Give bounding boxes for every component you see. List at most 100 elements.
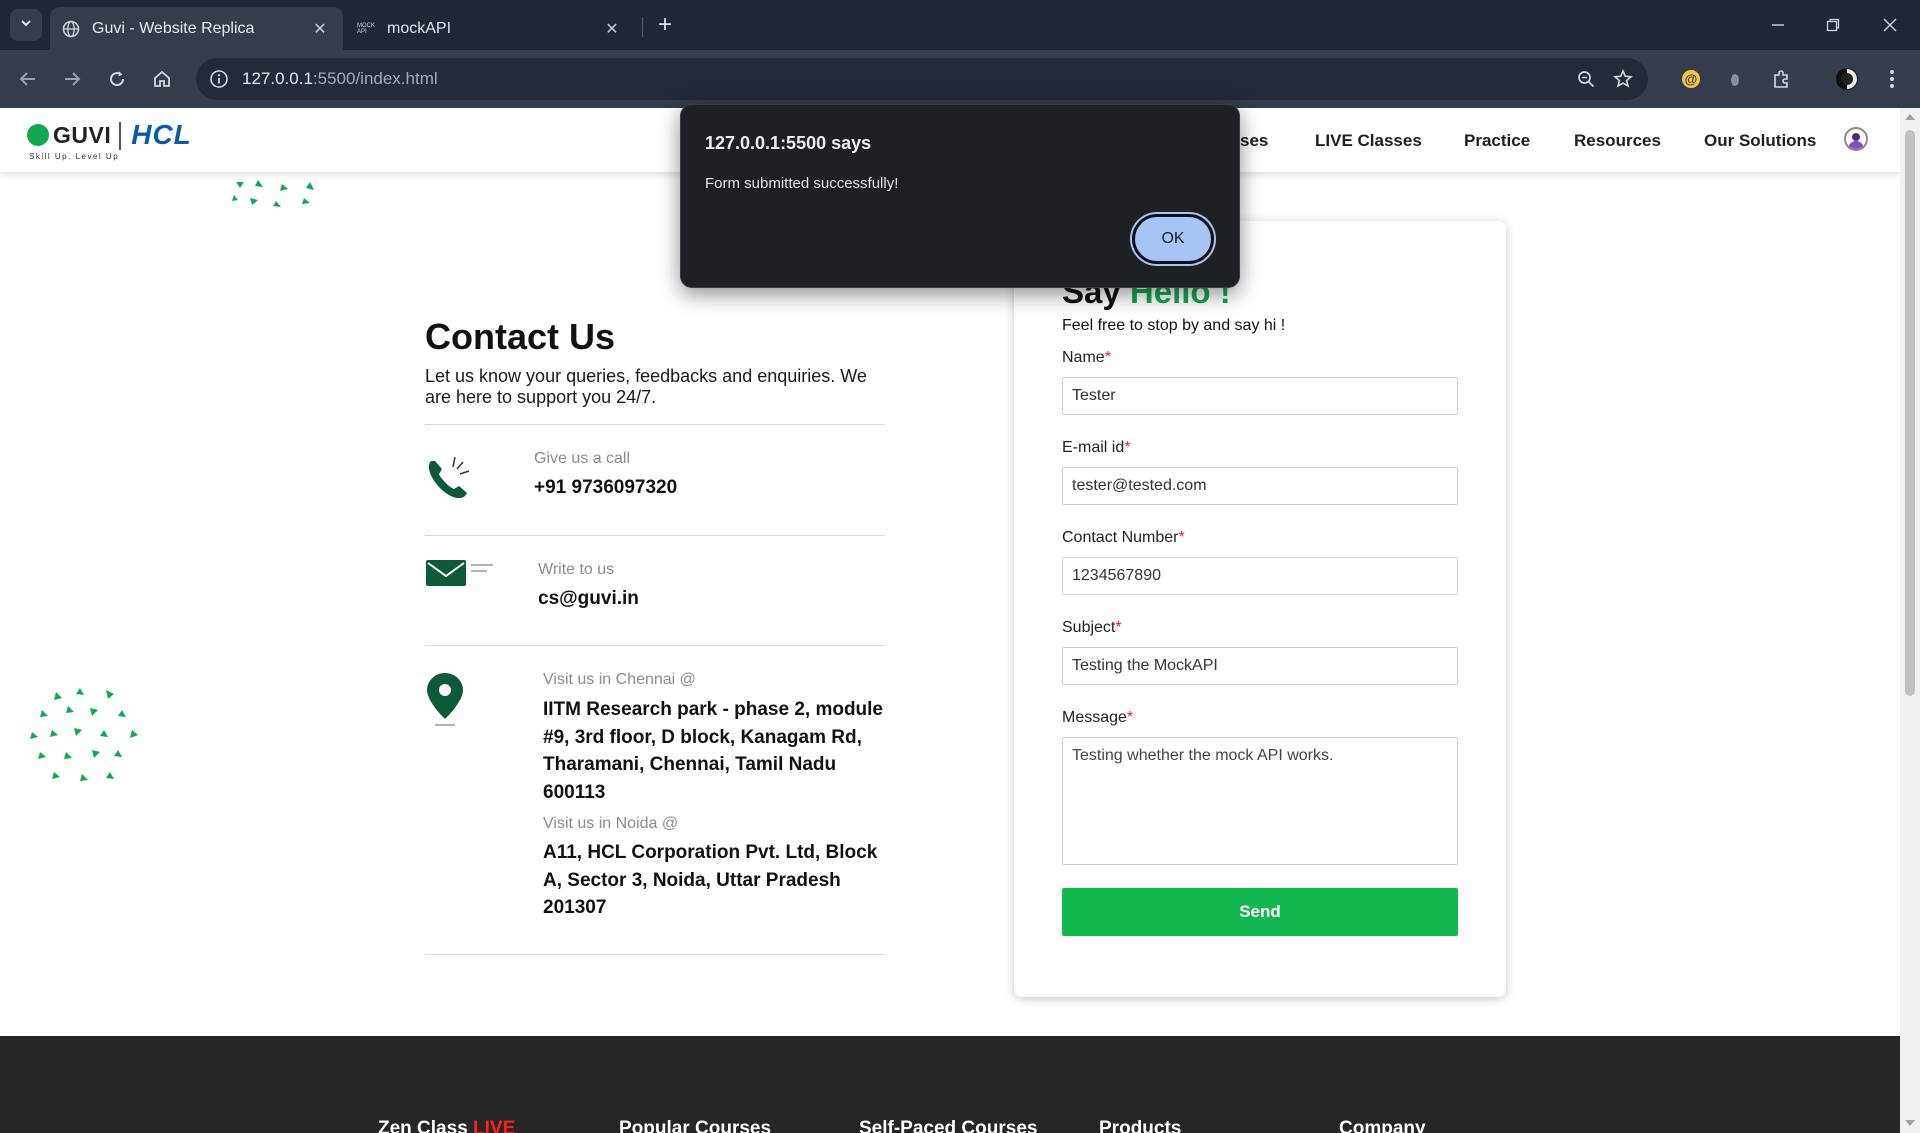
send-button[interactable]: Send: [1062, 888, 1458, 936]
message-textarea[interactable]: Testing whether the mock API works.: [1062, 737, 1458, 865]
site-info-icon[interactable]: [204, 64, 234, 94]
close-window-button[interactable]: [1877, 12, 1903, 38]
email-address[interactable]: cs@guvi.in: [538, 588, 639, 610]
alert-ok-button[interactable]: OK: [1132, 214, 1214, 264]
tab-mockapi[interactable]: MOCK API mockAPI ✕: [345, 7, 635, 50]
contact-number-label: Contact Number*: [1062, 529, 1185, 547]
chevron-down-icon: [19, 16, 33, 35]
footer-col-popular-courses[interactable]: Popular Courses: [619, 1118, 771, 1133]
phone-number[interactable]: +91 9736097320: [534, 477, 677, 499]
mail-icon: [425, 558, 495, 593]
required-asterisk: *: [1124, 439, 1131, 456]
nav-our-solutions[interactable]: Our Solutions: [1704, 131, 1816, 151]
guvi-logo-mark-icon: [27, 124, 49, 146]
name-label: Name*: [1062, 349, 1111, 367]
divider: [425, 954, 885, 955]
tab-separator: [642, 17, 643, 37]
call-label: Give us a call: [534, 450, 631, 467]
new-tab-button[interactable]: +: [652, 11, 678, 38]
noida-label: Visit us in Noida @: [543, 815, 679, 832]
required-asterisk: *: [1104, 349, 1111, 366]
user-avatar-icon[interactable]: [1844, 127, 1868, 151]
tab-search-button[interactable]: [10, 9, 42, 41]
bookmark-star-icon[interactable]: [1608, 64, 1638, 94]
minimize-icon: [1772, 24, 1784, 26]
browser-tab-strip: Guvi - Website Replica ✕ MOCK API mockAP…: [0, 0, 1920, 50]
phone-icon: [425, 453, 475, 508]
logo-brand: GUVI: [53, 122, 112, 148]
email-label: E-mail id*: [1062, 439, 1130, 457]
contact-number-input[interactable]: 1234567890: [1062, 557, 1458, 595]
logo-partner: HCL: [131, 119, 192, 150]
profile-avatar-icon[interactable]: [1831, 63, 1863, 95]
address-host: 127.0.0.1: [242, 69, 313, 88]
guvi-hcl-logo[interactable]: GUVI HCL Skill Up. Level Up: [27, 119, 192, 162]
home-icon: [154, 70, 170, 87]
page-scrollbar[interactable]: [1900, 108, 1920, 1133]
contact-title: Contact Us: [425, 316, 616, 357]
zoom-icon[interactable]: [1571, 64, 1601, 94]
subject-input[interactable]: Testing the MockAPI: [1062, 647, 1458, 685]
browser-menu-button[interactable]: [1876, 63, 1908, 95]
home-button[interactable]: [146, 63, 178, 95]
message-label: Message*: [1062, 709, 1133, 727]
chennai-label: Visit us in Chennai @: [543, 671, 696, 688]
forward-button[interactable]: [56, 63, 88, 95]
message-label-text: Message: [1062, 709, 1127, 726]
globe-icon: [62, 20, 80, 38]
decorative-triangles-left: [30, 688, 138, 781]
reload-icon: [110, 71, 125, 87]
address-url: 127.0.0.1:5500/index.html: [242, 69, 438, 89]
form-subheading: Feel free to stop by and say hi !: [1062, 317, 1286, 334]
arrow-right-icon: [65, 72, 81, 86]
minimize-button[interactable]: [1765, 12, 1791, 38]
nav-resources[interactable]: Resources: [1574, 131, 1661, 151]
arrow-left-icon: [19, 72, 35, 86]
required-asterisk: *: [1126, 709, 1134, 726]
address-path: :5500/index.html: [312, 69, 438, 88]
email-input[interactable]: tester@tested.com: [1062, 467, 1458, 505]
nav-live-classes[interactable]: LIVE Classes: [1315, 131, 1422, 151]
tab-title: mockAPI: [387, 19, 452, 37]
contact-description: Let us know your queries, feedbacks and …: [425, 366, 867, 407]
back-button[interactable]: [12, 63, 44, 95]
close-tab-icon[interactable]: ✕: [309, 18, 331, 40]
footer-col-products[interactable]: Products: [1099, 1118, 1181, 1133]
reload-button[interactable]: [101, 63, 133, 95]
footer-col-zen-class[interactable]: Zen Class LIVE: [378, 1118, 515, 1133]
subject-label: Subject*: [1062, 619, 1122, 637]
scroll-down-arrow-icon[interactable]: [1905, 1120, 1915, 1126]
close-icon: [1883, 18, 1897, 32]
footer-col-company[interactable]: Company: [1339, 1118, 1426, 1133]
logo-divider: [119, 122, 122, 150]
nav-practice[interactable]: Practice: [1464, 131, 1530, 151]
extension-drop-icon[interactable]: [1719, 63, 1751, 95]
close-tab-icon[interactable]: ✕: [601, 18, 623, 40]
tab-guvi-website-replica[interactable]: Guvi - Website Replica ✕: [50, 7, 343, 50]
location-pin-icon: [425, 671, 465, 732]
noida-address: A11, HCL Corporation Pvt. Ltd, Block A, …: [543, 842, 878, 918]
divider: [425, 645, 885, 646]
scrollbar-thumb[interactable]: [1905, 130, 1915, 696]
email-label-text: E-mail id: [1062, 439, 1125, 456]
subject-label-text: Subject: [1062, 619, 1116, 636]
contact-form-card: Say Hello ! Feel free to stop by and say…: [1014, 221, 1506, 997]
name-input[interactable]: Tester: [1062, 377, 1458, 415]
nav-courses[interactable]: ses: [1240, 131, 1268, 151]
favicon-text: MOCK API: [357, 22, 375, 35]
browser-toolbar: 127.0.0.1:5500/index.html @: [0, 50, 1920, 108]
site-footer: Zen Class LIVE Popular Courses Self-Pace…: [0, 1036, 1900, 1133]
extension-at-icon[interactable]: @: [1675, 63, 1707, 95]
chennai-address: IITM Research park - phase 2, module #9,…: [543, 699, 883, 803]
restore-button[interactable]: [1820, 12, 1846, 38]
alert-title: 127.0.0.1:5500 says: [705, 133, 872, 153]
tab-title: Guvi - Website Replica: [92, 19, 255, 37]
live-badge: LIVE: [473, 1118, 516, 1133]
address-bar[interactable]: 127.0.0.1:5500/index.html: [196, 58, 1648, 100]
scroll-up-arrow-icon[interactable]: [1905, 114, 1915, 120]
restore-icon: [1826, 18, 1840, 32]
svg-text:@: @: [1685, 72, 1698, 87]
footer-col-self-paced-courses[interactable]: Self-Paced Courses: [859, 1118, 1037, 1133]
extensions-puzzle-icon[interactable]: [1765, 63, 1797, 95]
divider: [425, 424, 885, 425]
